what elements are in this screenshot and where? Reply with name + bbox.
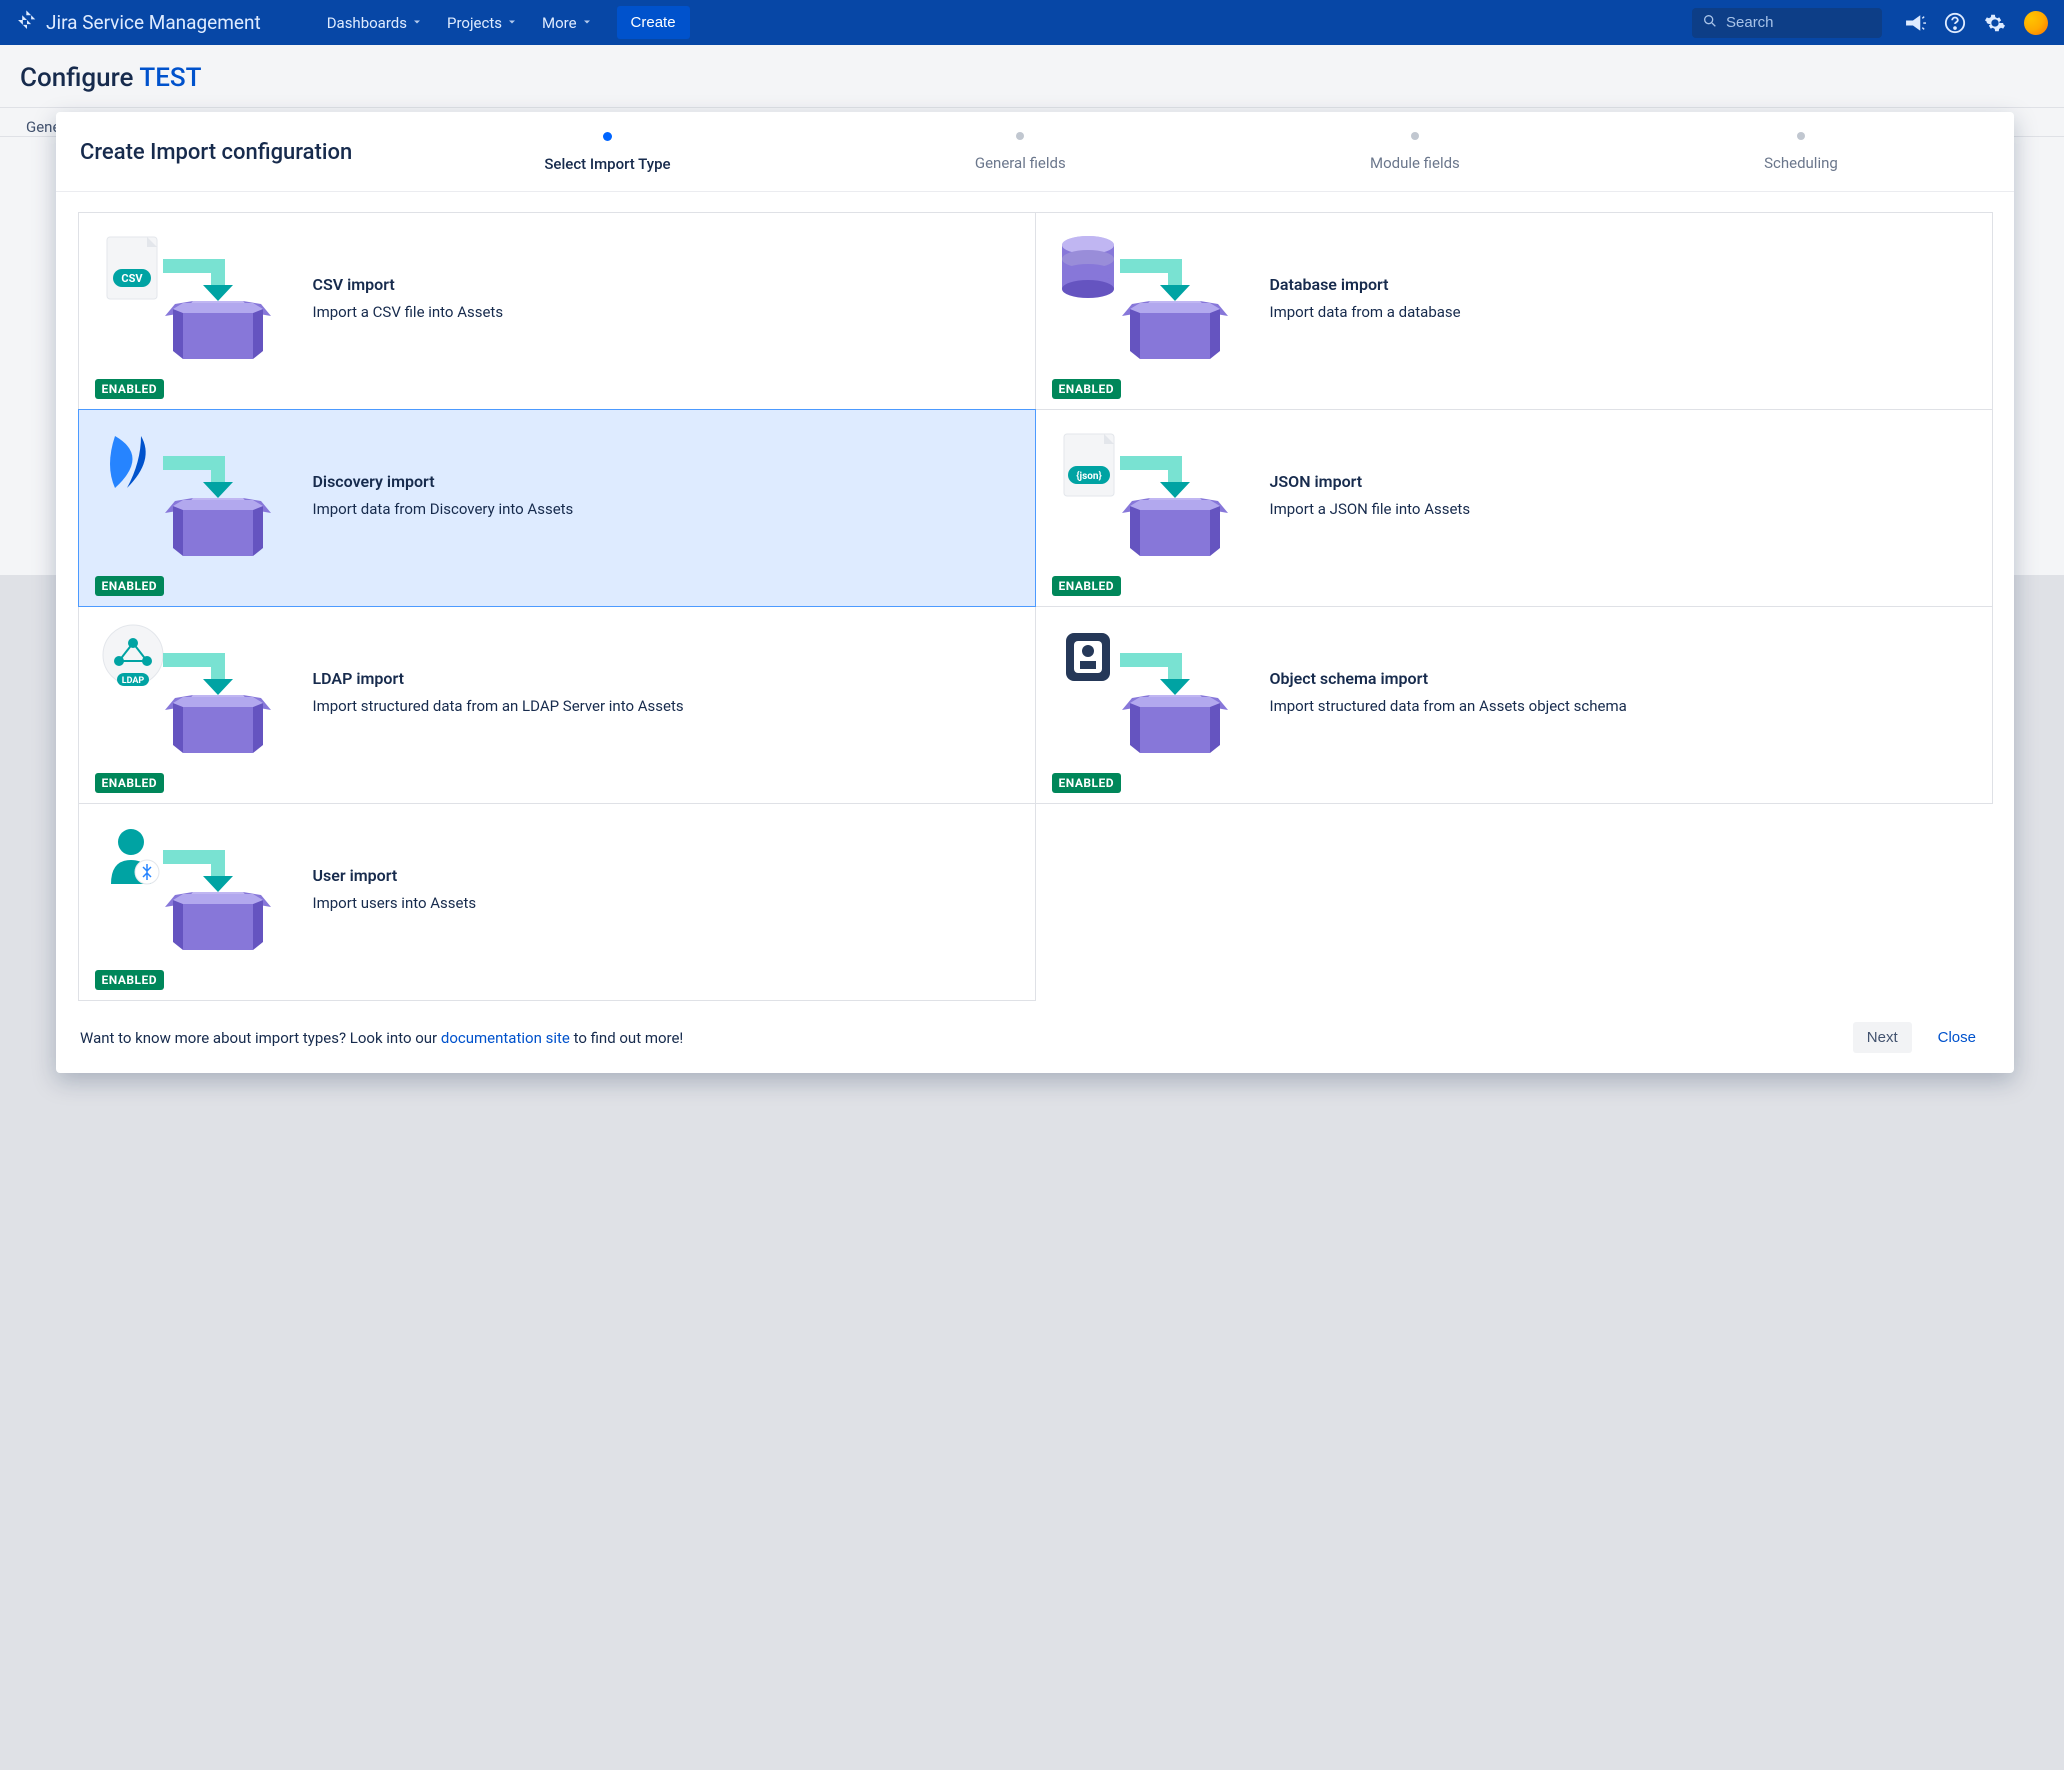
status-badge: ENABLED [95,576,165,596]
chevron-down-icon [506,14,518,32]
card-title: CSV import [313,275,504,294]
card-title: JSON import [1270,472,1471,491]
nav-more-label: More [542,14,577,32]
csv-file-icon: CSV [95,229,295,369]
json-file-icon: {json} [1052,426,1252,566]
nav-dashboards[interactable]: Dashboards [323,8,427,38]
step-scheduling[interactable]: Scheduling [1764,132,1838,173]
card-desc: Import structured data from an Assets ob… [1270,696,1627,717]
card-user-import[interactable]: User import Import users into Assets ENA… [78,803,1036,1001]
step-select-import-type[interactable]: Select Import Type [544,132,670,173]
page-title-prefix: Configure [20,63,139,93]
status-badge: ENABLED [1052,773,1122,793]
step-general-fields[interactable]: General fields [975,132,1066,173]
card-title: Discovery import [313,472,574,491]
next-button[interactable]: Next [1853,1022,1912,1053]
card-title: User import [313,866,477,885]
card-desc: Import data from Discovery into Assets [313,499,574,520]
import-type-grid: CSV CSV import Import a CSV file into As… [56,192,2014,1008]
card-json-import[interactable]: {json} JSON import Import a JSON file in… [1035,409,1993,607]
create-button[interactable]: Create [617,6,690,39]
svg-text:{json}: {json} [1076,470,1102,482]
step-label: Select Import Type [544,155,670,173]
card-desc: Import a JSON file into Assets [1270,499,1471,520]
status-badge: ENABLED [95,379,165,399]
card-desc: Import a CSV file into Assets [313,302,504,323]
svg-text:LDAP: LDAP [121,676,144,686]
step-module-fields[interactable]: Module fields [1370,132,1460,173]
user-icon [95,820,295,960]
card-csv-import[interactable]: CSV CSV import Import a CSV file into As… [78,212,1036,410]
footer-text: Want to know more about import types? Lo… [80,1029,1841,1047]
jira-logo-icon [16,9,38,36]
step-label: Scheduling [1764,154,1838,172]
card-title: Database import [1270,275,1461,294]
top-nav-left: Jira Service Management Dashboards Proje… [16,6,1682,39]
card-desc: Import data from a database [1270,302,1461,323]
documentation-link[interactable]: documentation site [441,1029,570,1047]
stepper: Select Import Type General fields Module… [392,132,1990,173]
status-badge: ENABLED [95,970,165,990]
close-button[interactable]: Close [1924,1022,1990,1053]
svg-text:CSV: CSV [121,272,143,285]
footer-text-before: Want to know more about import types? Lo… [80,1029,441,1047]
discovery-icon [95,426,295,566]
brand[interactable]: Jira Service Management [16,9,261,36]
modal-title: Create Import configuration [80,140,352,165]
modal-footer: Want to know more about import types? Lo… [56,1008,2014,1073]
card-title: Object schema import [1270,669,1627,688]
gear-icon[interactable] [1984,12,2006,34]
help-icon[interactable] [1944,12,1966,34]
footer-text-after: to find out more! [570,1029,683,1047]
status-badge: ENABLED [1052,379,1122,399]
page-header: Configure TEST [0,45,2064,108]
card-object-schema-import[interactable]: Object schema import Import structured d… [1035,606,1993,804]
top-nav-right [1904,11,2048,35]
step-label: Module fields [1370,154,1460,172]
nav-more[interactable]: More [538,8,597,38]
avatar[interactable] [2024,11,2048,35]
chevron-down-icon [411,14,423,32]
card-title: LDAP import [313,669,684,688]
status-badge: ENABLED [1052,576,1122,596]
brand-label: Jira Service Management [46,11,261,34]
feedback-icon[interactable] [1904,12,1926,34]
card-desc: Import users into Assets [313,893,477,914]
status-badge: ENABLED [95,773,165,793]
nav-projects[interactable]: Projects [443,8,522,38]
modal-header: Create Import configuration Select Impor… [56,112,2014,192]
step-label: General fields [975,154,1066,172]
database-icon [1052,229,1252,369]
schema-icon [1052,623,1252,763]
top-nav: Jira Service Management Dashboards Proje… [0,0,2064,45]
card-ldap-import[interactable]: LDAP LDAP import Import structured data … [78,606,1036,804]
card-discovery-import[interactable]: Discovery import Import data from Discov… [78,409,1036,607]
page-title-key: TEST [139,63,201,93]
ldap-icon: LDAP [95,623,295,763]
chevron-down-icon [581,14,593,32]
nav-projects-label: Projects [447,14,502,32]
create-import-modal: Create Import configuration Select Impor… [56,112,2014,1073]
search-box[interactable] [1692,8,1882,38]
search-input[interactable] [1726,14,1872,31]
page-title: Configure TEST [20,63,2044,93]
nav-dashboards-label: Dashboards [327,14,407,32]
card-desc: Import structured data from an LDAP Serv… [313,696,684,717]
card-database-import[interactable]: Database import Import data from a datab… [1035,212,1993,410]
search-icon [1702,13,1718,33]
